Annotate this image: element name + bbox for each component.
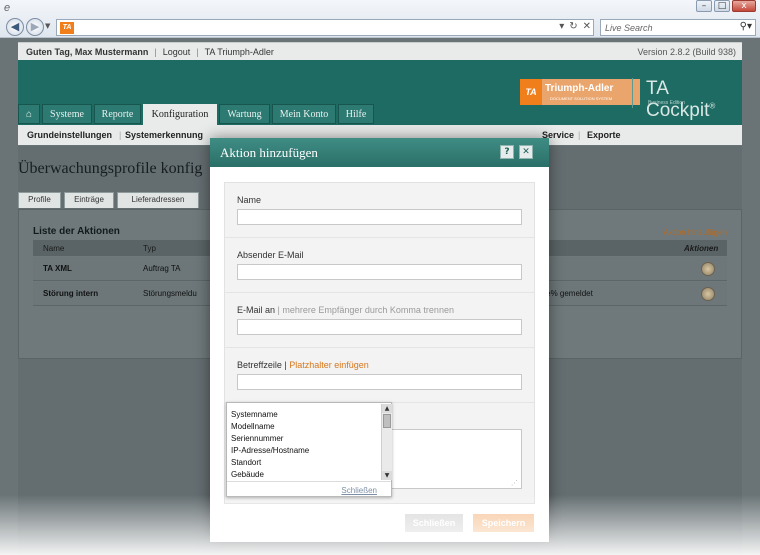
sender-email-input[interactable] xyxy=(237,264,522,280)
scroll-down-icon[interactable]: ▼ xyxy=(382,471,392,480)
search-icon[interactable]: ⚲▾ xyxy=(740,21,752,32)
placeholder-dropdown: Systemname Modellname Seriennummer IP-Ad… xyxy=(226,402,392,497)
subnav-exporte[interactable]: Exporte xyxy=(587,130,621,140)
tab-eintraege[interactable]: Einträge xyxy=(64,192,114,208)
gear-icon[interactable] xyxy=(701,287,715,301)
close-icon[interactable]: ✕ xyxy=(519,145,533,159)
recipient-field-group: E-Mail an | mehrere Empfänger durch Komm… xyxy=(225,293,534,348)
separator: | xyxy=(154,47,157,57)
stop-icon[interactable]: ✕ xyxy=(583,21,591,32)
main-menu: ⌂ Systeme Reporte Konfiguration Wartung … xyxy=(18,104,742,126)
separator: | xyxy=(119,130,122,140)
back-button[interactable]: ◀ xyxy=(6,18,24,36)
ta-logo-text: Triumph-Adler xyxy=(545,83,614,94)
dropdown-close-link[interactable]: Schließen xyxy=(341,486,377,495)
add-action-link[interactable]: Aktion hinzufügen xyxy=(663,228,727,237)
recipient-label: E-Mail an | mehrere Empfänger durch Komm… xyxy=(237,305,454,315)
scroll-thumb[interactable] xyxy=(383,414,391,428)
ta-logo-block: TA xyxy=(520,79,542,105)
placeholder-option[interactable]: Modellname xyxy=(231,422,275,431)
maximize-icon[interactable]: □ xyxy=(714,0,730,12)
subject-label-text: Betreffzeile | xyxy=(237,360,287,370)
placeholder-option[interactable]: IP-Adresse/Hostname xyxy=(231,446,309,455)
subject-input[interactable] xyxy=(237,374,522,390)
row-type: Störungsmeldu xyxy=(143,289,197,298)
dialog-header: Aktion hinzufügen ? ✕ xyxy=(210,138,549,167)
placeholder-option[interactable]: Standort xyxy=(231,458,261,467)
menu-hilfe[interactable]: Hilfe xyxy=(338,104,374,124)
row-name: TA XML xyxy=(43,264,72,273)
recipient-email-input[interactable] xyxy=(237,319,522,335)
separator: | xyxy=(578,130,581,140)
subject-label: Betreffzeile | Platzhalter einfügen xyxy=(237,360,369,370)
menu-wartung[interactable]: Wartung xyxy=(219,104,270,124)
subnav-systemerkennung[interactable]: Systemerkennung xyxy=(125,130,203,140)
ta-tagline: DOCUMENT SOLUTION SYSTEM xyxy=(550,96,613,101)
insert-placeholder-link[interactable]: Platzhalter einfügen xyxy=(289,360,369,370)
list-title: Liste der Aktionen xyxy=(33,226,120,237)
sender-field-group: Absender E-Mail xyxy=(225,238,534,293)
help-icon[interactable]: ? xyxy=(500,145,514,159)
address-bar-buttons: ▾ ↻ ✕ xyxy=(559,21,591,32)
version-label: Version 2.8.2 (Build 938) xyxy=(637,47,736,57)
browser-chrome: e – □ x ◀ ▶ ▼ TA ▾ ↻ ✕ Live Search ⚲▾ xyxy=(0,0,760,38)
address-dropdown-icon[interactable]: ▾ xyxy=(559,21,564,32)
subject-field-group: Betreffzeile | Platzhalter einfügen xyxy=(225,348,534,403)
message-textarea[interactable]: ⋰ xyxy=(385,429,522,489)
home-icon[interactable]: ⌂ xyxy=(18,104,40,124)
row-type: Auftrag TA xyxy=(143,264,181,273)
page-title: Überwachungsprofile konfig xyxy=(18,160,203,177)
placeholder-option[interactable]: Seriennummer xyxy=(231,434,283,443)
row-name: Störung intern xyxy=(43,289,99,298)
close-button[interactable]: Schließen xyxy=(405,514,463,532)
browser-search-input[interactable]: Live Search ⚲▾ xyxy=(600,19,756,36)
tab-lieferadressen[interactable]: Lieferadressen xyxy=(117,192,199,208)
column-type: Typ xyxy=(143,243,156,253)
user-topbar: Guten Tag, Max Mustermann | Logout | TA … xyxy=(18,42,742,60)
logout-link[interactable]: Logout xyxy=(163,47,191,57)
placeholder-option[interactable]: Gebäude xyxy=(231,470,264,479)
name-input[interactable] xyxy=(237,209,522,225)
menu-systeme[interactable]: Systeme xyxy=(42,104,92,124)
forward-button[interactable]: ▶ xyxy=(26,18,44,36)
sender-label: Absender E-Mail xyxy=(237,250,304,260)
window-close-icon[interactable]: x xyxy=(732,0,756,12)
dialog-title: Aktion hinzufügen xyxy=(220,145,318,160)
history-dropdown-icon[interactable]: ▼ xyxy=(45,22,50,30)
dropdown-scrollbar[interactable]: ▲ ▼ xyxy=(381,404,392,480)
address-bar[interactable]: TA ▾ ↻ ✕ xyxy=(56,19,594,36)
search-placeholder: Live Search xyxy=(605,23,653,33)
placeholder-option[interactable]: Systemname xyxy=(231,410,278,419)
favicon: TA xyxy=(60,22,74,34)
company-link[interactable]: TA Triumph-Adler xyxy=(205,47,274,57)
scroll-up-icon[interactable]: ▲ xyxy=(382,404,392,413)
separator: | xyxy=(196,47,199,57)
subnav-grundeinstellungen[interactable]: Grundeinstellungen xyxy=(27,130,112,140)
menu-reporte[interactable]: Reporte xyxy=(94,104,141,124)
resize-grip-icon[interactable]: ⋰ xyxy=(511,479,518,487)
column-name: Name xyxy=(43,243,65,253)
save-button[interactable]: Speichern xyxy=(473,514,534,532)
name-field-group: Name xyxy=(225,183,534,238)
refresh-icon[interactable]: ↻ xyxy=(569,21,577,32)
ta-logo: TA Triumph-Adler DOCUMENT SOLUTION SYSTE… xyxy=(520,79,640,105)
gear-icon[interactable] xyxy=(701,262,715,276)
greeting: Guten Tag, Max Mustermann xyxy=(26,47,149,57)
dropdown-divider xyxy=(227,481,391,482)
recipient-hint: | mehrere Empfänger durch Komma trennen xyxy=(277,305,454,315)
column-actions: Aktionen xyxy=(684,243,719,253)
browser-logo-icon: e xyxy=(4,2,11,14)
tab-profile[interactable]: Profile xyxy=(18,192,61,208)
window-controls: – □ x xyxy=(696,0,756,12)
menu-mein-konto[interactable]: Mein Konto xyxy=(272,104,336,124)
name-label: Name xyxy=(237,195,262,205)
menu-konfiguration[interactable]: Konfiguration xyxy=(143,104,217,126)
recipient-label-text: E-Mail an xyxy=(237,305,276,315)
minimize-icon[interactable]: – xyxy=(696,0,712,12)
